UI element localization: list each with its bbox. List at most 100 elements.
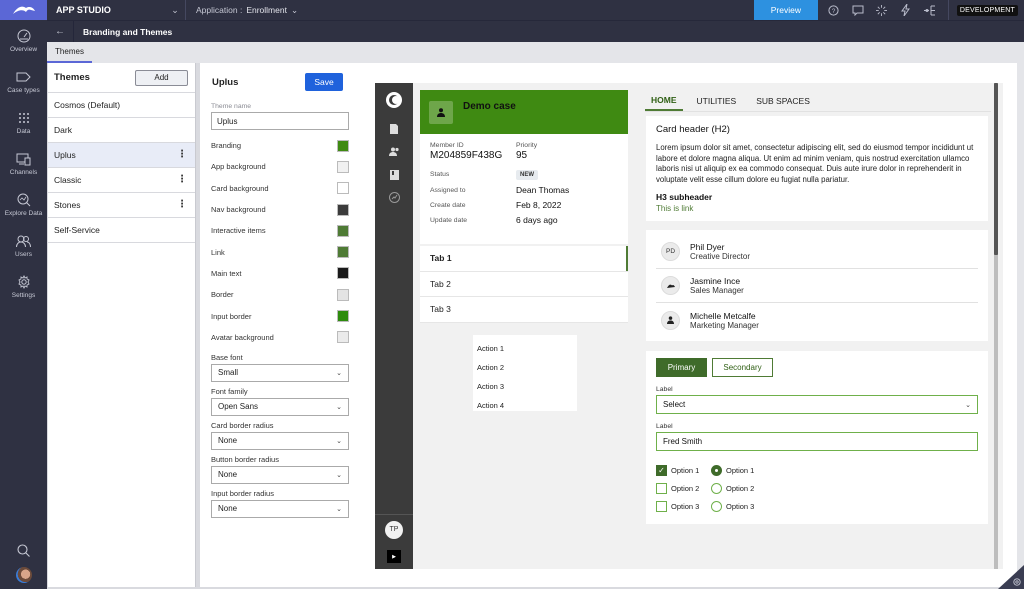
radio-option[interactable]: Option 1 — [711, 465, 771, 476]
color-swatch[interactable] — [337, 203, 349, 216]
left-navigation: Overview Case types Data Channels Explor… — [0, 20, 47, 589]
option-label: Option 1 — [671, 466, 700, 475]
app-switcher-chevron-icon[interactable]: ⌄ — [165, 5, 185, 16]
tab-sub-spaces[interactable]: SUB SPACES — [750, 90, 816, 111]
help-icon[interactable]: ? — [822, 0, 846, 20]
save-button[interactable]: Save — [305, 73, 343, 91]
book-icon[interactable] — [375, 163, 413, 186]
search-icon[interactable] — [17, 544, 30, 559]
radio-button[interactable] — [711, 501, 722, 512]
editor-scrollbar[interactable] — [1017, 63, 1024, 587]
case-title: Demo case — [463, 100, 516, 112]
color-swatch[interactable] — [337, 246, 349, 259]
nav-item-channels[interactable]: Channels — [0, 143, 47, 184]
checkbox-option[interactable]: Option 3 — [656, 501, 711, 512]
preview-button[interactable]: Preview — [753, 0, 818, 20]
checkbox[interactable] — [656, 483, 667, 494]
sparkle-icon[interactable] — [870, 0, 894, 20]
nav-item-settings[interactable]: Settings — [0, 266, 47, 307]
case-tabs: Tab 1 Tab 2 Tab 3 — [420, 246, 628, 323]
action-item[interactable]: Action 1 — [473, 339, 577, 358]
action-item[interactable]: Action 4 — [473, 396, 577, 415]
card-link[interactable]: This is link — [656, 204, 978, 213]
color-swatch[interactable] — [337, 267, 349, 280]
theme-name-input[interactable]: Uplus — [211, 112, 349, 130]
preview-user-avatar[interactable]: TP — [385, 520, 403, 539]
color-swatch[interactable] — [337, 160, 349, 173]
radio-option[interactable]: Option 3 — [711, 501, 771, 512]
checkbox[interactable] — [656, 501, 667, 512]
chevron-down-icon: ⌄ — [290, 4, 299, 15]
explore-icon — [17, 192, 31, 208]
dropdown-select[interactable]: Open Sans ⌄ — [211, 397, 349, 416]
radio-button[interactable] — [711, 483, 722, 494]
secondary-button[interactable]: Secondary — [712, 358, 773, 377]
dropdown-select[interactable]: None ⌄ — [211, 431, 349, 450]
color-swatch[interactable] — [337, 139, 349, 152]
tab-utilities[interactable]: UTILITIES — [691, 90, 743, 111]
case-tab-2[interactable]: Tab 2 — [420, 272, 628, 297]
back-arrow-icon[interactable]: ← — [47, 26, 73, 37]
sample-text-input[interactable]: Fred Smith — [656, 432, 978, 451]
lightning-icon[interactable] — [894, 0, 918, 20]
list-item[interactable]: Michelle Metcalfe Marketing Manager — [656, 303, 978, 337]
checkbox[interactable]: ✓ — [656, 465, 667, 476]
kebab-menu-icon[interactable]: ⋮ — [177, 175, 187, 185]
update-date-label: Update date — [430, 216, 468, 224]
action-item[interactable]: Action 3 — [473, 377, 577, 396]
analytics-icon[interactable] — [375, 186, 413, 209]
color-swatch[interactable] — [337, 182, 349, 195]
list-item[interactable]: Jasmine Ince Sales Manager — [656, 269, 978, 303]
radio-button[interactable] — [711, 465, 722, 476]
kebab-menu-icon[interactable]: ⋮ — [177, 200, 187, 210]
color-swatch[interactable] — [337, 310, 349, 323]
case-tab-1[interactable]: Tab 1 — [420, 246, 628, 272]
app-logo[interactable] — [0, 0, 47, 20]
scrollbar-thumb[interactable] — [994, 83, 998, 255]
action-item[interactable]: Action 2 — [473, 358, 577, 377]
dropdown-select[interactable]: None ⌄ — [211, 499, 349, 518]
document-icon[interactable] — [375, 117, 413, 140]
expand-icon[interactable]: ▶ — [387, 550, 401, 564]
preview-content: HOME UTILITIES SUB SPACES Card header (H… — [645, 90, 991, 524]
checkbox-option[interactable]: Option 2 — [656, 483, 711, 494]
brand-logo-icon — [375, 83, 413, 117]
list-item[interactable]: PD Phil Dyer Creative Director — [656, 235, 978, 269]
users-icon[interactable] — [375, 140, 413, 163]
case-tab-3[interactable]: Tab 3 — [420, 297, 628, 323]
add-theme-button[interactable]: Add — [135, 69, 188, 86]
chat-icon[interactable] — [846, 0, 870, 20]
tab-themes[interactable]: Themes — [47, 42, 92, 63]
color-swatch[interactable] — [337, 288, 349, 301]
tab-home[interactable]: HOME — [645, 90, 683, 111]
theme-item[interactable]: Dark — [48, 118, 195, 143]
corner-settings-icon[interactable] — [998, 565, 1024, 589]
theme-item[interactable]: Cosmos (Default) — [48, 93, 195, 118]
preview-scrollbar[interactable] — [994, 83, 998, 569]
hierarchy-icon[interactable] — [918, 0, 942, 20]
nav-item-explore-data[interactable]: Explore Data — [0, 184, 47, 225]
application-selector[interactable]: Application : Enrollment ⌄ — [186, 5, 298, 16]
color-setting-row: App background — [211, 156, 349, 177]
nav-item-overview[interactable]: Overview — [0, 20, 47, 61]
color-swatch[interactable] — [337, 224, 349, 237]
theme-item[interactable]: Stones ⋮ — [48, 193, 195, 218]
nav-item-case-types[interactable]: Case types — [0, 61, 47, 102]
nav-item-data[interactable]: Data — [0, 102, 47, 143]
color-swatch[interactable] — [337, 331, 349, 344]
user-avatar[interactable] — [15, 567, 32, 583]
priority-value: 95 — [516, 150, 528, 161]
checkbox-option[interactable]: ✓ Option 1 — [656, 465, 711, 476]
nav-item-users[interactable]: Users — [0, 225, 47, 266]
theme-item[interactable]: Uplus ⋮ — [48, 143, 195, 168]
theme-item[interactable]: Self-Service — [48, 218, 195, 243]
kebab-menu-icon[interactable]: ⋮ — [177, 150, 187, 160]
primary-button[interactable]: Primary — [656, 358, 707, 377]
dropdown-select[interactable]: Small ⌄ — [211, 363, 349, 382]
dropdown-select[interactable]: None ⌄ — [211, 465, 349, 484]
radio-option[interactable]: Option 2 — [711, 483, 771, 494]
theme-item[interactable]: Classic ⋮ — [48, 168, 195, 193]
gear-icon — [17, 274, 31, 290]
color-setting-row: Link — [211, 241, 349, 262]
sample-select[interactable]: Select ⌄ — [656, 395, 978, 414]
